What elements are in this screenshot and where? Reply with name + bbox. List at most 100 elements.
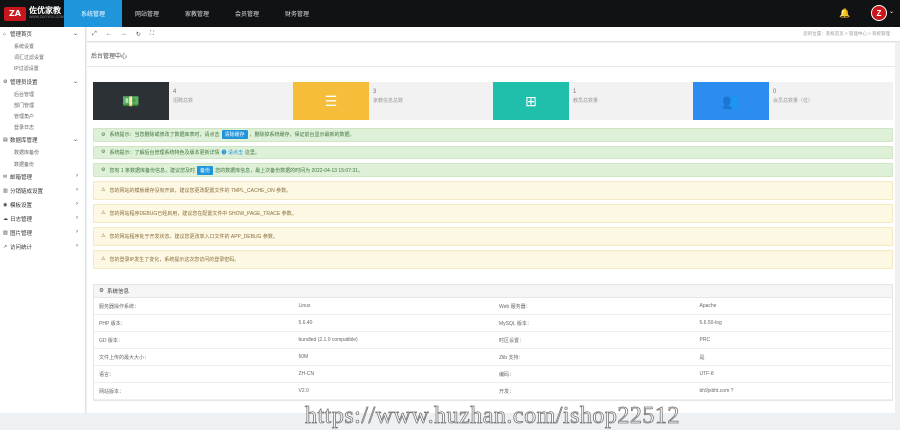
sidebar-item[interactable]: 数据备份 xyxy=(0,159,85,170)
sidebar-group[interactable]: ▧ 图片管理 › xyxy=(0,226,85,240)
sidebar-item[interactable]: 词汇过滤设置 xyxy=(0,52,85,63)
sidebar-group-label: 访问统计 xyxy=(10,244,33,251)
brand-name: 佐优家教 xyxy=(29,6,61,16)
forward-icon[interactable]: → xyxy=(121,31,127,37)
sidebar-item[interactable]: 管理角户 xyxy=(0,111,85,122)
sidebar-group[interactable]: ☁ 日志管理 › xyxy=(0,212,85,226)
alert-action-button[interactable]: 备份 xyxy=(197,165,214,175)
sidebar-item[interactable]: 登录日志 xyxy=(0,122,85,133)
main-nav: 系统管理 网站管理 家教管理 会员管理 财务管理 xyxy=(64,0,322,27)
gear-icon: ⚙ xyxy=(3,78,8,85)
stat-value: 0 xyxy=(773,89,777,95)
nav-item-site[interactable]: 网站管理 xyxy=(122,0,172,27)
alert-message: ⚠ 您的网站程序DEBUG已经启用，建议您在配置文件中 SHOW_PAGE_TRA… xyxy=(93,204,893,223)
nav-item-member[interactable]: 会员管理 xyxy=(222,0,272,27)
table-row: GD 版本： bundled (2.1.0 compatible) 时区设置： PRC xyxy=(94,332,892,349)
logo-mark: ZA xyxy=(4,6,26,21)
table-row: 服务器操作系统： Linux Web 服务器： Apache xyxy=(94,298,892,315)
system-info-header: ⚙ 系统信息 xyxy=(94,285,892,298)
gear-icon: ⚙ xyxy=(101,131,106,138)
sidebar-group-label: 管理员设置 xyxy=(10,79,38,86)
table-cell: Zlib 支持： xyxy=(499,354,524,361)
sidebar-group[interactable]: ⚙ 管理员设置 ⌄ xyxy=(0,75,85,89)
chevron-right-icon: › xyxy=(76,242,78,249)
table-cell: 语言： xyxy=(99,371,115,378)
stat-card: ⊞ 1 教员总数量 xyxy=(493,82,693,120)
alert-text: 这里。 xyxy=(244,149,260,156)
sidebar-group-label: 日志管理 xyxy=(10,216,33,223)
chevron-right-icon: › xyxy=(76,200,78,207)
table-cell: MySQL 版本： xyxy=(499,320,532,327)
nav-item-tutor[interactable]: 家教管理 xyxy=(172,0,222,27)
sidebar-item[interactable]: 部门管理 xyxy=(0,100,85,111)
nav-item-finance[interactable]: 财务管理 xyxy=(272,0,322,27)
sidebar-item[interactable]: 后台管理 xyxy=(0,89,85,100)
sidebar-item[interactable]: 系统设置 xyxy=(0,41,85,52)
sidebar-group[interactable]: ↗ 访问统计 › xyxy=(0,240,85,254)
stat-card: 👥 0 会员总数量（位） xyxy=(693,82,893,120)
stats-row: 💵 4 招聘总数 ☰ 3 家教信息总数 ⊞ 1 教员总数量 👥 0 会员总数量（位） xyxy=(93,82,893,120)
sidebar-group[interactable]: ⌂ 管理首页 ⌄ xyxy=(0,27,85,41)
table-cell: GD 版本： xyxy=(99,337,123,344)
alert-text: 您的网站程序DEBUG已经启用，建议您在配置文件中 SHOW_PAGE_TRAC… xyxy=(109,210,297,217)
chevron-right-icon: › xyxy=(76,214,78,221)
stat-label: 会员总数量（位） xyxy=(773,98,814,105)
chevron-down-icon[interactable]: ⌄ xyxy=(889,8,894,15)
sidebar-group-label: 图片管理 xyxy=(10,230,33,237)
alert-message: ⚙ 您有 1 条数据库备份信息，建议您及时 备份 您的数据库信息，最上次备份数据的时间… xyxy=(93,163,893,177)
avatar[interactable]: Z xyxy=(871,5,887,21)
table-cell: 时区设置： xyxy=(499,337,525,344)
table-row: 文件上传的最大大小： 50M Zlib 支持： 是 xyxy=(94,349,892,366)
system-info-title: 系统信息 xyxy=(106,289,129,295)
alert-message: ⚙ 系统提示：了解后台管理系统特色及版本更新详情 ➊ 请点击 这里。 xyxy=(93,145,893,160)
alert-text: 您有 1 条数据库备份信息，建议您及时 xyxy=(109,167,196,174)
bell-icon[interactable]: 🔔 xyxy=(838,6,852,20)
alert-text: 您的数据库信息，最上次备份数据的时间为 2022-04-13 15:07:31。 xyxy=(215,167,363,174)
gear-icon: ⚙ xyxy=(101,149,106,156)
alert-text: 您的登录IP发生了变化，系统提示这次您访问的登录密码。 xyxy=(109,256,240,263)
sidebar-group[interactable]: ✉ 邮箱管理 › xyxy=(0,170,85,184)
expand-icon[interactable]: ⤢ xyxy=(92,31,97,38)
watermark: https://www.huzhan.com/ishop22512 xyxy=(305,403,680,430)
sidebar-item[interactable]: IP过滤设置 xyxy=(0,63,85,74)
alert-message: ⚙ 系统提示：当您删除或修改了数据库表时，请点击 清除缓存 ，删除掉系统缓存，保证前台… xyxy=(93,128,893,142)
chevron-right-icon: › xyxy=(76,172,78,179)
sidebar: ⌂ 管理首页 ⌄ 系统设置 词汇过滤设置 IP过滤设置 ⚙ 管理员设置 ⌄ 后台管理 部门管理 管理角… xyxy=(0,27,86,413)
stat-value: 4 xyxy=(173,89,177,95)
table-cell: 服务器操作系统： xyxy=(99,303,140,310)
alert-message: ⚠ 您的登录IP发生了变化，系统提示这次您访问的登录密码。 xyxy=(93,250,893,269)
stat-value: 3 xyxy=(373,89,377,95)
table-cell: bh9jxbht.com ? xyxy=(699,388,734,394)
alert-action-button[interactable]: 清除缓存 xyxy=(221,130,248,140)
alert-text: 您的网站的模板缓存没有开启，建议您更改配置文件的 TMPL_CACHE_ON 参… xyxy=(109,187,292,194)
sidebar-item[interactable]: 数据库备份 xyxy=(0,147,85,158)
sidebar-group[interactable]: ▥ 分销链成设置 › xyxy=(0,184,85,198)
table-row: 语言： ZH-CN 编码： UTF-8 xyxy=(94,366,892,383)
cloud-icon: ☁ xyxy=(3,215,8,222)
fullscreen-icon[interactable]: ⛶ xyxy=(150,31,154,38)
table-cell: PRC xyxy=(699,337,711,343)
nav-item-system[interactable]: 系统管理 xyxy=(64,0,122,27)
stat-label: 招聘总数 xyxy=(173,98,194,105)
image-icon: ▧ xyxy=(3,229,8,236)
brand-subtitle: WWW.ZUOYOU.COM xyxy=(29,15,64,20)
table-cell: Web 服务器： xyxy=(499,303,531,310)
palette-icon: ◉ xyxy=(3,201,8,208)
content-panel: 后台管理中心 💵 4 招聘总数 ☰ 3 家教信息总数 ⊞ 1 教员总数量 👥 0 会员总数量（位） ⚙… xyxy=(87,43,895,429)
alert-text: ，删除掉系统缓存，保证前台显示最新的数据。 xyxy=(249,132,355,139)
list-icon: ☰ xyxy=(293,82,369,120)
brand-logo[interactable]: ZA 佐优家教 WWW.ZUOYOU.COM xyxy=(4,5,64,22)
back-icon[interactable]: ← xyxy=(106,31,112,37)
refresh-icon[interactable]: ↻ xyxy=(136,31,141,38)
table-cell: Apache xyxy=(699,303,717,309)
line-chart-icon: ↗ xyxy=(3,243,8,250)
alert-message: ⚠ 您的网站程序处于开发状态，建议您更改单入口文件的 APP_DEBUG 参数。 xyxy=(93,227,893,246)
alert-link[interactable]: ➊ 请点击 xyxy=(222,149,243,156)
tab-toolbar: ⤢ ← → ↻ ⛶ 您的位置：系统首页 > 管理中心 > 系统管理 xyxy=(87,27,900,42)
table-cell: V2.0 xyxy=(298,388,309,394)
sidebar-group[interactable]: ◉ 模板设置 › xyxy=(0,198,85,212)
sidebar-group-label: 模板设置 xyxy=(10,202,33,209)
sidebar-group[interactable]: ▤ 数据库管理 ⌄ xyxy=(0,133,85,147)
table-row: 网站版本： V2.0 开发： bh9jxbht.com ? xyxy=(94,383,892,400)
basket-icon: ⊞ xyxy=(493,82,569,120)
